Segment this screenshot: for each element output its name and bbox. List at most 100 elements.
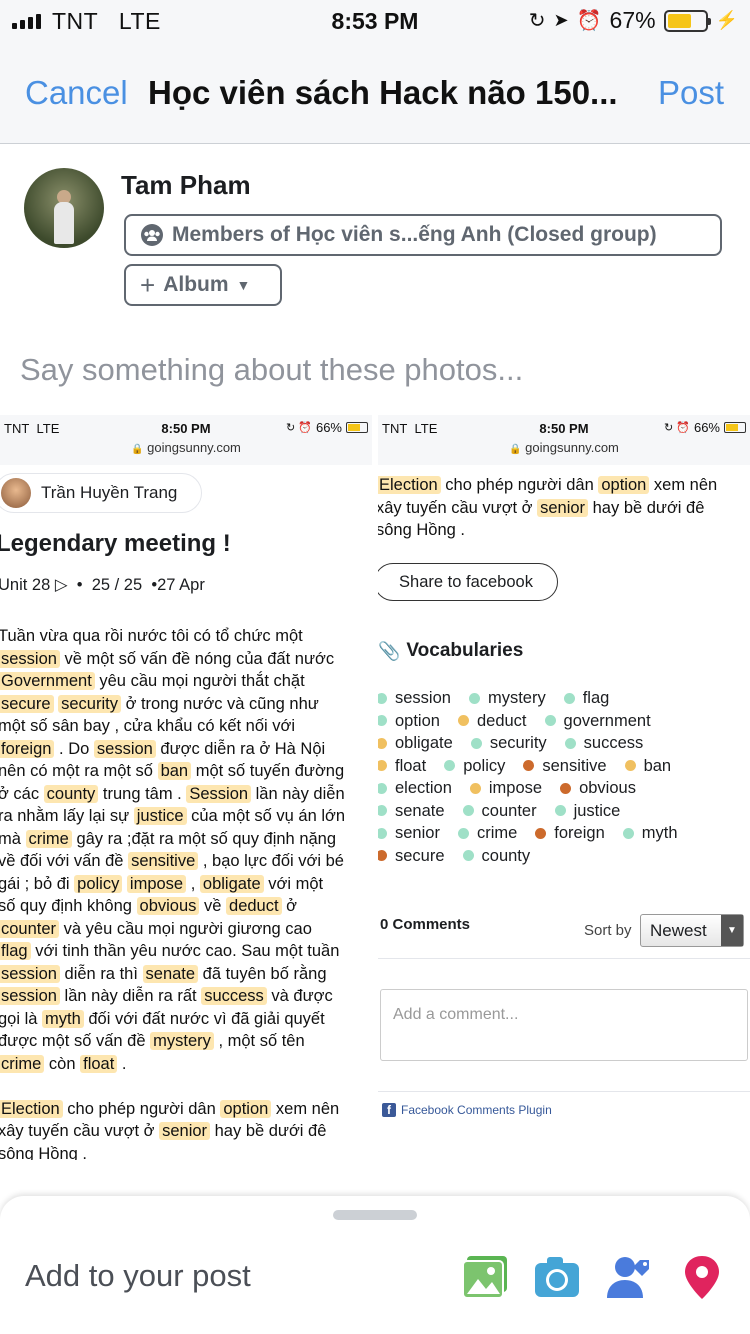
vocab-highlight: ban	[157, 762, 192, 780]
vocab-word: sensitive	[523, 755, 607, 778]
caption-input[interactable]: Say something about these photos...	[20, 352, 523, 388]
plus-icon: +	[140, 269, 156, 300]
status-dot-icon	[378, 692, 387, 704]
share-facebook-button[interactable]: Share to facebook	[378, 563, 558, 601]
status-dot-icon	[624, 760, 636, 772]
vocab-highlight: county	[43, 784, 99, 803]
text-segment: gọi là	[0, 1009, 43, 1028]
text-line: session về một số vấn đề nóng của đất nư…	[0, 648, 372, 671]
status-dot-icon	[535, 827, 547, 839]
vocab-row: option deduct government	[378, 710, 750, 733]
vocab-word: justice	[554, 800, 621, 823]
text-line: mà crime gây ra ;đặt ra một số quy định …	[0, 828, 372, 851]
audience-selector[interactable]: Members of Học viên s...ếng Anh (Closed …	[124, 214, 722, 256]
text-line: ở các county trung tâm . Session lần này…	[0, 783, 372, 806]
text-segment: mà	[0, 829, 26, 848]
status-dot-icon	[378, 715, 387, 727]
drag-handle[interactable]	[333, 1210, 417, 1220]
text-segment: một số sân bay , cửa khẩu có kết nối với	[0, 717, 296, 735]
status-dot-icon	[544, 715, 556, 727]
vocab-highlight: option	[598, 476, 650, 494]
vocab-word-label: senate	[395, 801, 445, 820]
vocab-word-label: float	[395, 756, 427, 775]
text-line: xây tuyến cầu vượt ở senior hay bề dưới …	[378, 497, 750, 520]
text-segment: ở	[281, 897, 297, 915]
sort-select[interactable]: Newest ▼	[640, 914, 744, 947]
vocab-word-label: election	[395, 779, 452, 797]
vocab-highlight: crime	[25, 829, 72, 848]
text-segment: ở các	[0, 784, 44, 803]
vocab-word-label: crime	[476, 824, 518, 842]
vocab-word: obligate	[378, 732, 453, 755]
comment-input[interactable]: Add a comment...	[380, 989, 748, 1061]
vocab-word: session	[378, 687, 451, 710]
text-segment: trung tâm .	[98, 784, 187, 803]
navigation-bar: Cancel Học viên sách Hack não 150... Pos…	[0, 42, 750, 144]
story-text-end: Election cho phép người dân option xem n…	[378, 474, 750, 542]
text-segment: về đối với vấn đề	[0, 852, 129, 870]
vocab-highlight: mystery	[150, 1032, 214, 1050]
vocab-word: counter	[462, 800, 537, 823]
vocab-highlight: crime	[0, 1054, 45, 1073]
vocab-word: crime	[457, 822, 518, 845]
vocab-word: success	[564, 732, 643, 755]
photo-left[interactable]: TNT LTE 8:50 PM ↻ ⏰ 66% 🔒 goingsunny.com …	[0, 415, 372, 1160]
status-dot-icon	[457, 715, 469, 727]
text-segment: và được	[266, 987, 333, 1005]
vocab-word: government	[544, 710, 651, 733]
text-line: xây tuyến cầu vượt ở senior hay bề dưới …	[0, 1120, 372, 1143]
lock-icon: 🔒	[131, 444, 144, 455]
vocab-word-label: mystery	[487, 689, 546, 707]
text-line: crime còn float .	[0, 1053, 372, 1076]
vocab-row: obligate security success	[378, 732, 750, 755]
text-segment: và yêu cầu mọi người giương cao	[59, 919, 312, 938]
text-segment: . Do	[54, 739, 94, 758]
vocab-word-label: sensitive	[542, 756, 607, 775]
sort-by-label: Sort by	[584, 922, 632, 939]
text-line: số quy định không obvious về deduct ở	[0, 895, 372, 918]
photo-icon[interactable]	[461, 1254, 509, 1300]
location-pin-icon[interactable]	[678, 1254, 726, 1300]
add-to-post-sheet[interactable]: Add to your post	[0, 1196, 750, 1334]
post-button[interactable]: Post	[658, 74, 724, 112]
avatar[interactable]	[24, 168, 104, 248]
status-dot-icon	[468, 692, 480, 704]
vocab-word: senior	[378, 822, 440, 845]
vocab-highlight: impose	[126, 874, 187, 893]
status-bar: TNT LTE 8:53 PM ↻ ➤ ⏰ 67% ⚡	[0, 0, 750, 42]
cancel-button[interactable]: Cancel	[25, 74, 128, 112]
status-dot-icon	[469, 782, 481, 794]
vocab-word: option	[378, 710, 440, 733]
author-avatar	[1, 478, 31, 508]
vocab-row: senate counter justice	[378, 800, 750, 823]
vocab-highlight: session	[0, 987, 60, 1005]
vocab-highlight: senior	[159, 1122, 211, 1140]
camera-icon[interactable]	[533, 1254, 581, 1300]
status-dot-icon	[560, 782, 572, 794]
text-segment: gái ; bỏ đi	[0, 874, 75, 893]
vocab-highlight: security	[58, 694, 121, 713]
photo-status-bar: TNT LTE 8:50 PM ↻ ⏰ 66% 🔒 goingsunny.com	[378, 415, 750, 465]
photo-right[interactable]: TNT LTE 8:50 PM ↻ ⏰ 66% 🔒 goingsunny.com …	[378, 415, 750, 1160]
vocab-highlight: sensitive	[128, 852, 199, 870]
vocab-highlight: success	[201, 987, 267, 1005]
vocab-word-label: justice	[573, 801, 621, 820]
vocab-highlight: justice	[133, 807, 187, 825]
vocab-highlight: Election	[0, 1099, 63, 1118]
text-line: sông Hồng .	[0, 1143, 372, 1161]
vocab-word-label: counter	[481, 801, 537, 820]
status-dot-icon	[378, 850, 387, 862]
tag-friends-icon[interactable]	[605, 1254, 653, 1300]
vocab-highlight: senate	[142, 964, 199, 983]
vocab-highlight: session	[0, 649, 60, 668]
album-button[interactable]: + Album ▼	[124, 264, 282, 306]
vocab-highlight: float	[80, 1054, 118, 1073]
status-dot-icon	[563, 692, 575, 704]
battery-icon	[663, 9, 711, 32]
vocab-highlight: myth	[42, 1009, 84, 1028]
vocab-word-label: government	[563, 711, 651, 730]
caret-down-icon: ▼	[236, 277, 251, 293]
text-segment: cho phép người dân	[440, 476, 599, 494]
status-dot-icon	[378, 782, 387, 794]
audience-label: Members of Học viên s...ếng Anh (Closed …	[172, 223, 657, 246]
